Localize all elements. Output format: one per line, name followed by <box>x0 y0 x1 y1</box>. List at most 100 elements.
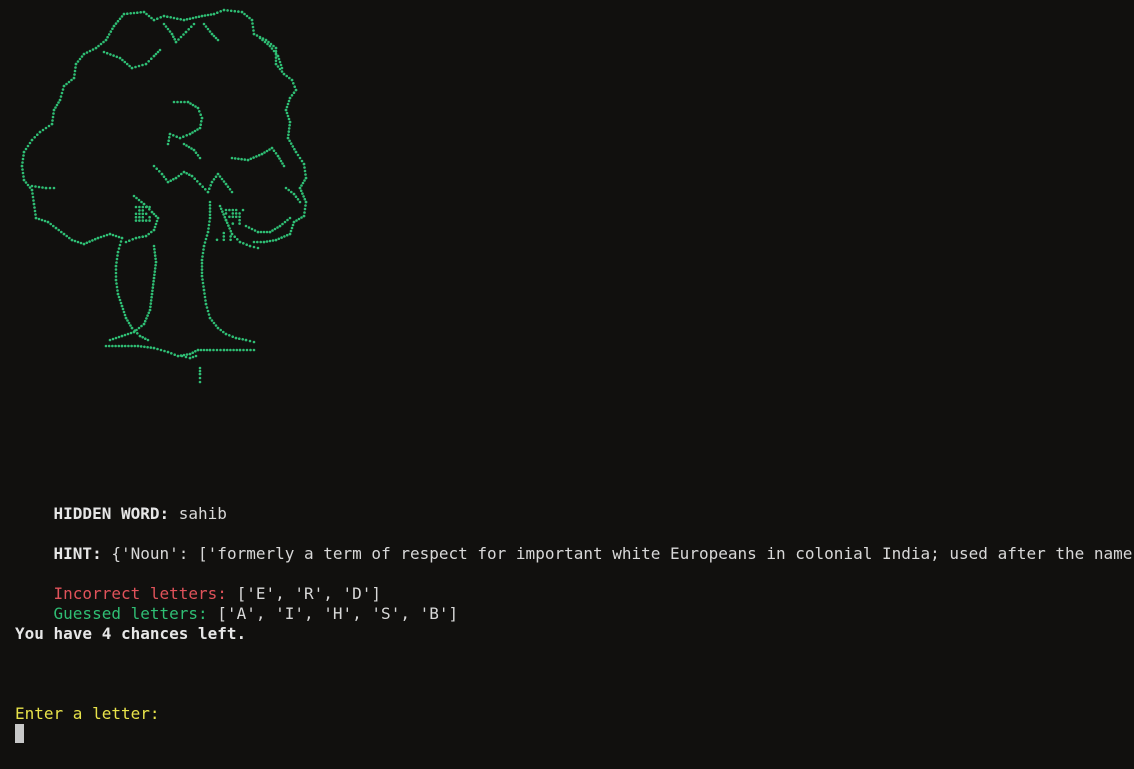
tree-dot <box>188 146 191 149</box>
tree-dot <box>232 212 235 215</box>
tree-dot <box>119 299 122 302</box>
tree-dot <box>36 133 39 136</box>
tree-dot <box>192 17 195 20</box>
tree-dot <box>208 224 211 227</box>
tree-dot <box>195 355 198 358</box>
tree-dot <box>145 213 148 216</box>
tree-dot <box>266 150 269 153</box>
tree-dot <box>146 346 149 349</box>
tree-dot <box>140 201 143 204</box>
tree-dot <box>287 134 290 137</box>
tree-dot <box>203 23 206 26</box>
tree-dot <box>244 158 247 161</box>
tree-dot <box>45 127 48 130</box>
tree-dot <box>188 173 191 176</box>
tree-dot <box>157 217 160 220</box>
tree-dot <box>109 233 112 236</box>
tree-dot <box>22 172 25 175</box>
tree-dot <box>171 33 174 36</box>
tree-dot <box>148 206 151 209</box>
tree-dot <box>290 142 293 145</box>
tree-dot <box>173 101 176 104</box>
tree-dot <box>153 248 156 251</box>
tree-dot <box>31 192 34 195</box>
tree-dot <box>112 234 115 237</box>
tree-dot <box>22 158 25 161</box>
tree-dot <box>59 99 62 102</box>
tree-dot <box>199 367 202 370</box>
tree-dot <box>167 351 170 354</box>
tree-dot <box>138 206 141 209</box>
tree-dot <box>55 227 58 230</box>
tree-dot <box>25 148 28 151</box>
tree-dot <box>295 151 298 154</box>
tree-dot <box>120 240 123 243</box>
tree-dot <box>190 147 193 150</box>
tree-dot <box>278 157 281 160</box>
tree-dot <box>173 17 176 20</box>
tree-dot <box>208 313 211 316</box>
tree-dot <box>287 103 290 106</box>
tree-dot <box>169 133 172 136</box>
tree-dot <box>278 58 281 61</box>
tree-dot <box>253 341 256 344</box>
hint-label: HINT: <box>54 544 102 563</box>
tree-dot <box>183 143 186 146</box>
tree-dot <box>208 187 211 190</box>
tree-dot <box>200 349 203 352</box>
tree-dot <box>215 324 218 327</box>
tree-dot <box>279 61 282 64</box>
tree-dot <box>121 335 124 338</box>
tree-dot <box>289 97 292 100</box>
tree-dot <box>303 179 306 182</box>
hidden-word-label: HIDDEN WORD: <box>54 504 170 523</box>
tree-dot <box>271 47 274 50</box>
tree-dot <box>259 37 262 40</box>
tree-dot <box>287 137 290 140</box>
tree-dot <box>299 157 302 160</box>
tree-dot <box>124 61 127 64</box>
terminal-window[interactable]: HIDDEN WORD: sahib HINT: {'Noun': ['form… <box>0 0 1134 769</box>
tree-dot <box>157 51 160 54</box>
tree-dot <box>225 209 228 212</box>
tree-dot <box>159 16 162 19</box>
tree-dot <box>102 41 105 44</box>
tree-dot <box>293 148 296 151</box>
incorrect-letters-line: Incorrect letters: ['E', 'R', 'D'] <box>15 564 381 584</box>
tree-dot <box>117 293 120 296</box>
tree-dot <box>52 112 55 115</box>
tree-dot <box>53 109 56 112</box>
tree-dot <box>119 57 122 60</box>
tree-dot <box>175 41 178 44</box>
tree-dot <box>138 236 141 239</box>
tree-dot <box>121 59 124 62</box>
tree-dot <box>135 237 138 240</box>
tree-dot <box>150 57 153 60</box>
tree-dot <box>124 334 127 337</box>
tree-dot <box>256 34 259 37</box>
tree-dot <box>111 28 114 31</box>
tree-dot <box>215 37 218 40</box>
tree-dot <box>126 12 129 15</box>
tree-dot <box>160 349 163 352</box>
tree-dot <box>177 355 180 358</box>
tree-dot <box>91 239 94 242</box>
tree-dot <box>173 38 176 41</box>
input-cursor[interactable] <box>15 724 24 743</box>
tree-dot <box>221 210 224 213</box>
tree-dot <box>115 279 118 282</box>
tree-dot <box>179 18 182 21</box>
tree-dot <box>245 225 248 228</box>
tree-dot <box>29 142 32 145</box>
tree-dot <box>155 223 158 226</box>
tree-dot <box>145 13 148 16</box>
tree-dot <box>269 45 272 48</box>
tree-dot <box>231 191 234 194</box>
tree-dot <box>300 190 303 193</box>
tree-dot <box>220 208 223 211</box>
tree-dot <box>209 184 212 187</box>
tree-dot <box>227 185 230 188</box>
tree-dot <box>293 221 296 224</box>
tree-dot <box>150 296 153 299</box>
tree-dot <box>103 235 106 238</box>
